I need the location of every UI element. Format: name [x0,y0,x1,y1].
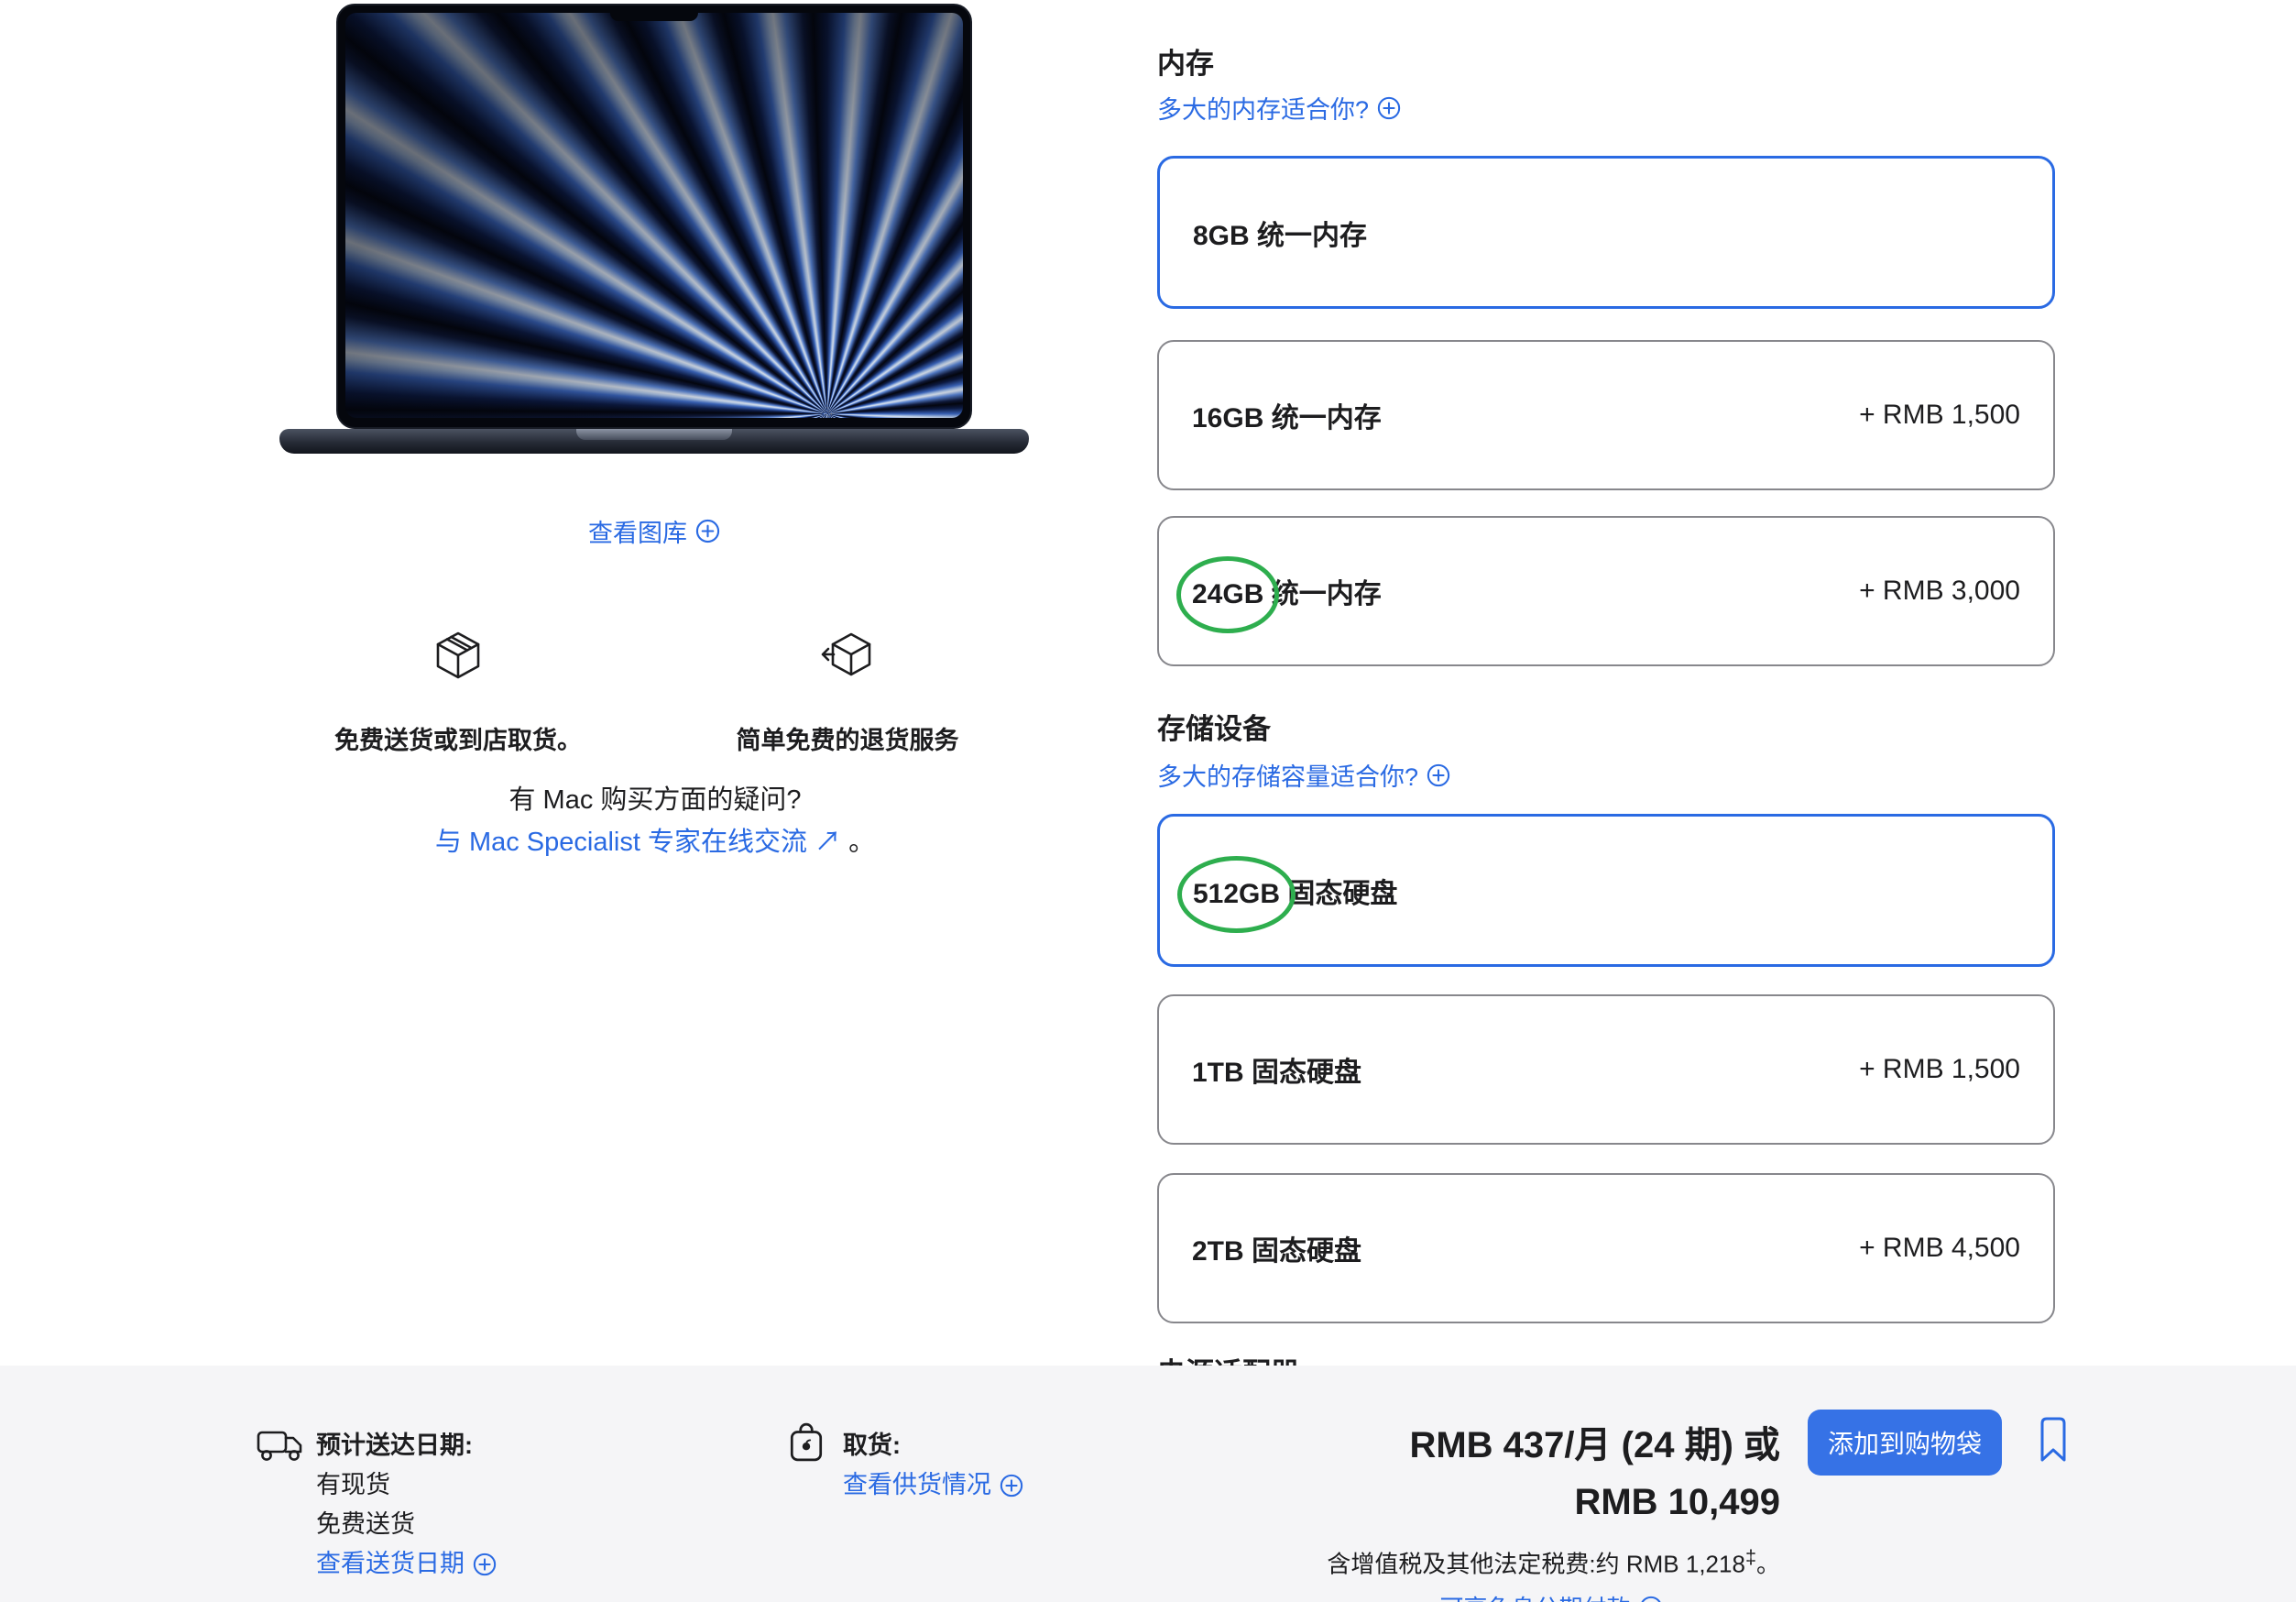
pickup-info: 取货: 查看供货情况 [843,1426,1023,1505]
shipping-status: 免费送货 [316,1505,497,1544]
plus-circle-icon [473,1553,497,1576]
option-label: 固态硬盘 [1280,879,1397,909]
delivery-title: 预计送达日期: [316,1426,497,1465]
mac-question-text: 有 Mac 购买方面的疑问? [279,779,1031,821]
plus-circle-icon [1377,96,1401,120]
storage-help-row: 多大的存储容量适合你? [1157,757,1450,793]
memory-option-8gb[interactable]: 8GB 统一内存 [1157,156,2055,309]
mac-specialist-link[interactable]: 与 Mac Specialist 专家在线交流 ↗ [435,828,841,857]
option-size: 8GB [1193,221,1250,251]
option-label: 统一内存 [1263,403,1381,433]
info-circle-icon [1639,1596,1663,1602]
memory-help-label: 多大的内存适合你? [1157,90,1369,126]
installment-link[interactable]: 可享免息分期付款 [1439,1590,1662,1602]
mac-specialist-suffix: 。 [848,828,875,857]
macbook-screen [336,4,972,429]
package-box-icon [275,629,641,687]
option-price: + RMB 3,000 [1859,576,2020,607]
storage-option-2tb[interactable]: 2TB 固态硬盘 + RMB 4,500 [1157,1173,2055,1323]
return-box-icon [664,629,1031,687]
delivery-date-label: 查看送货日期 [316,1544,465,1584]
pickup-title: 取货: [843,1426,1023,1465]
option-label: 统一内存 [1250,221,1367,251]
tax-note: 含增值税及其他法定税费:约 RMB 1,218‡。 [1327,1545,1780,1580]
price-total: RMB 10,499 [1327,1474,1780,1531]
macbook-wallpaper [345,13,963,418]
plus-circle-icon [1000,1474,1023,1498]
apple-bag-icon [790,1422,823,1467]
macbook-notch [610,5,698,21]
view-gallery-link[interactable]: 查看图库 [588,513,720,549]
option-size-annotated: 24GB [1192,579,1263,610]
storage-option-512gb[interactable]: 512GB 固态硬盘 [1157,814,2055,967]
memory-help-row: 多大的内存适合你? [1157,90,1401,126]
product-configuration-page: 查看图库 免费送货或到店取货。 简单免费的退货服务 有 Mac 购买方面的疑问?… [0,0,2296,1602]
price-monthly: RMB 437/月 (24 期) 或 [1327,1417,1780,1474]
option-label: 固态硬盘 [1244,1058,1361,1088]
option-size-annotated: 512GB [1193,879,1280,910]
feature-label: 简单免费的退货服务 [664,720,1031,756]
memory-option-16gb[interactable]: 16GB 统一内存 + RMB 1,500 [1157,340,2055,490]
feature-free-returns: 简单免费的退货服务 [664,629,1031,756]
installment-row: 可享免息分期付款 [1322,1590,1780,1602]
gallery-link-row: 查看图库 [279,513,1029,549]
option-price: + RMB 1,500 [1859,400,2020,431]
installment-label: 可享免息分期付款 [1439,1590,1630,1602]
option-size: 1TB [1192,1058,1244,1088]
option-price: + RMB 4,500 [1859,1233,2020,1264]
pickup-availability-label: 查看供货情况 [843,1465,991,1505]
option-label: 固态硬盘 [1244,1236,1361,1267]
bookmark-icon [2038,1415,2069,1465]
feature-free-delivery: 免费送货或到店取货。 [275,629,641,756]
option-size: 24GB [1192,579,1263,609]
option-size: 2TB [1192,1236,1244,1267]
option-label: 统一内存 [1263,579,1381,609]
product-image [279,4,1029,462]
stock-status: 有现货 [316,1465,497,1505]
storage-help-label: 多大的存储容量适合你? [1157,757,1418,793]
storage-section-heading: 存储设备 [1157,706,1271,747]
storage-help-link[interactable]: 多大的存储容量适合你? [1157,757,1450,793]
delivery-info: 预计送达日期: 有现货 免费送货 查看送货日期 [316,1426,497,1584]
tax-footnote-marker: ‡ [1745,1545,1756,1568]
plus-circle-icon [1427,763,1450,787]
plus-circle-icon [695,519,720,543]
favorite-button[interactable] [2032,1415,2074,1470]
macbook-base [279,429,1029,454]
delivery-truck-icon [257,1428,304,1467]
memory-help-link[interactable]: 多大的内存适合你? [1157,90,1401,126]
feature-label: 免费送货或到店取货。 [275,720,641,756]
mac-question-block: 有 Mac 购买方面的疑问? 与 Mac Specialist 专家在线交流 ↗… [279,779,1031,863]
add-to-bag-button[interactable]: 添加到购物袋 [1808,1410,2002,1476]
price-summary: RMB 437/月 (24 期) 或 RMB 10,499 含增值税及其他法定税… [1327,1417,1780,1580]
checkout-bar: 预计送达日期: 有现货 免费送货 查看送货日期 取货: 查看供货情况 RMB 4… [0,1366,2296,1602]
pickup-availability-link[interactable]: 查看供货情况 [843,1465,1023,1505]
memory-section-heading: 内存 [1157,40,1214,82]
option-size: 512GB [1193,879,1280,909]
memory-option-24gb[interactable]: 24GB 统一内存 + RMB 3,000 [1157,516,2055,666]
delivery-date-link[interactable]: 查看送货日期 [316,1544,497,1584]
option-price: + RMB 1,500 [1859,1054,2020,1085]
view-gallery-label: 查看图库 [588,513,687,549]
option-size: 16GB [1192,403,1263,433]
macbook-base-groove [576,429,732,440]
storage-option-1tb[interactable]: 1TB 固态硬盘 + RMB 1,500 [1157,994,2055,1145]
